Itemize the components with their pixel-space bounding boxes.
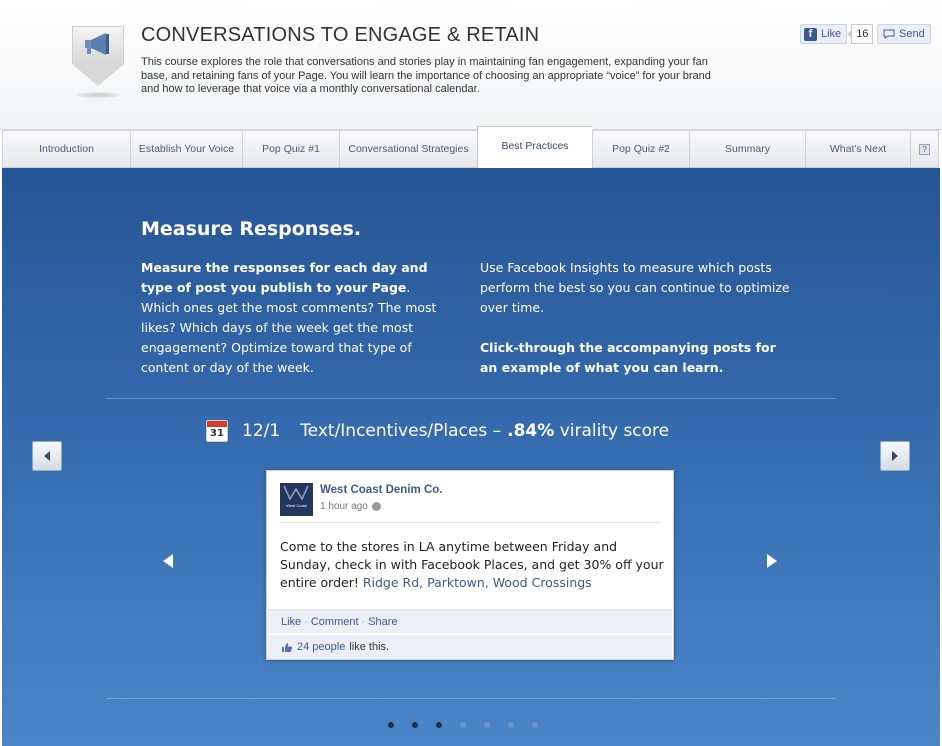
speech-bubble-icon: [883, 29, 895, 39]
tab-summary[interactable]: Summary: [689, 130, 805, 168]
megaphone-icon: [85, 33, 109, 55]
likes-count-link[interactable]: 24 people: [297, 641, 345, 653]
help-icon: ?: [919, 143, 930, 155]
page-dot-4[interactable]: [460, 722, 466, 728]
tab-conversational-strategies[interactable]: Conversational Strategies: [339, 130, 477, 168]
calendar-icon: 31: [206, 420, 228, 442]
post-text: Come to the stores in LA anytime between…: [280, 539, 664, 590]
like-button[interactable]: f Like: [800, 24, 848, 44]
course-description: This course explores the role that conve…: [141, 56, 711, 95]
post-like-link[interactable]: Like: [281, 616, 301, 628]
page-dot-2[interactable]: [412, 722, 418, 728]
tab-pop-quiz-1[interactable]: Pop Quiz #1: [242, 130, 339, 168]
lesson-left-bold: Measure the responses for each day and t…: [141, 260, 428, 295]
page-name-link[interactable]: West Coast Denim Co.: [320, 484, 442, 496]
post-time: 1 hour ago: [320, 501, 381, 512]
post-likes: 24 people like this.: [268, 634, 672, 659]
page-avatar[interactable]: West Coast: [280, 483, 313, 516]
facebook-like-widget: f Like 16: [800, 24, 874, 44]
lesson-right-column: Use Facebook Insights to measure which p…: [480, 258, 790, 378]
lesson-left-column: Measure the responses for each day and t…: [141, 258, 441, 378]
post-actions: Like · Comment · Share: [268, 609, 672, 633]
next-post-arrow-icon[interactable]: [764, 552, 780, 570]
post-category: Text/Incentives/Places –: [300, 421, 502, 441]
top-divider: [106, 398, 836, 399]
denim-logo-icon: [283, 485, 309, 501]
next-day-button[interactable]: [880, 441, 910, 471]
facebook-f-icon: f: [804, 27, 817, 41]
page-dot-5[interactable]: [484, 722, 490, 728]
prev-day-button[interactable]: [32, 441, 62, 471]
like-label: Like: [821, 28, 842, 40]
course-tabs: Introduction Establish Your Voice Pop Qu…: [2, 126, 940, 168]
lesson-right-para-1: Use Facebook Insights to measure which p…: [480, 260, 790, 315]
post-date: 12/1: [242, 421, 281, 441]
page-dot-1[interactable]: [388, 722, 394, 728]
post-share-link[interactable]: Share: [368, 616, 397, 628]
tab-best-practices[interactable]: Best Practices: [477, 126, 592, 168]
page-dot-7[interactable]: [532, 722, 538, 728]
globe-icon: [371, 502, 381, 511]
help-tab[interactable]: ?: [910, 130, 939, 168]
send-button[interactable]: Send: [877, 24, 931, 44]
prev-post-arrow-icon[interactable]: [160, 552, 176, 570]
arrow-right-icon: [892, 451, 898, 461]
bottom-divider: [106, 698, 836, 699]
lesson-title: Measure Responses.: [141, 218, 362, 240]
virality-score-label: virality score: [559, 421, 670, 441]
facebook-post-card: West Coast West Coast Denim Co. 1 hour a…: [266, 470, 674, 660]
thumbs-up-icon: [282, 642, 293, 652]
page-dot-6[interactable]: [508, 722, 514, 728]
send-label: Send: [899, 28, 925, 40]
tab-whats-next[interactable]: What's Next: [805, 130, 910, 168]
card-divider: [280, 522, 661, 523]
post-comment-link[interactable]: Comment: [311, 616, 359, 628]
tab-introduction[interactable]: Introduction: [2, 130, 130, 168]
post-header: 31 12/1 Text/Incentives/Places – .84% vi…: [206, 420, 669, 442]
arrow-left-icon: [44, 451, 50, 461]
course-header: CONVERSATIONS TO ENGAGE & RETAIN This co…: [0, 0, 942, 130]
like-count: 16: [847, 24, 874, 44]
likes-suffix: like this.: [349, 641, 390, 653]
places-link[interactable]: Ridge Rd, Parktown, Wood Crossings: [363, 575, 592, 590]
lesson-content: Measure Responses. Measure the responses…: [2, 168, 940, 746]
tab-establish-your-voice[interactable]: Establish Your Voice: [130, 130, 242, 168]
pagination-dots: [388, 722, 556, 728]
page-dot-3[interactable]: [436, 722, 442, 728]
course-title: CONVERSATIONS TO ENGAGE & RETAIN: [141, 24, 540, 46]
lesson-right-para-2: Click-through the accompanying posts for…: [480, 340, 776, 375]
tab-pop-quiz-2[interactable]: Pop Quiz #2: [592, 130, 689, 168]
virality-score: .84%: [507, 421, 555, 441]
course-badge: [72, 26, 124, 98]
